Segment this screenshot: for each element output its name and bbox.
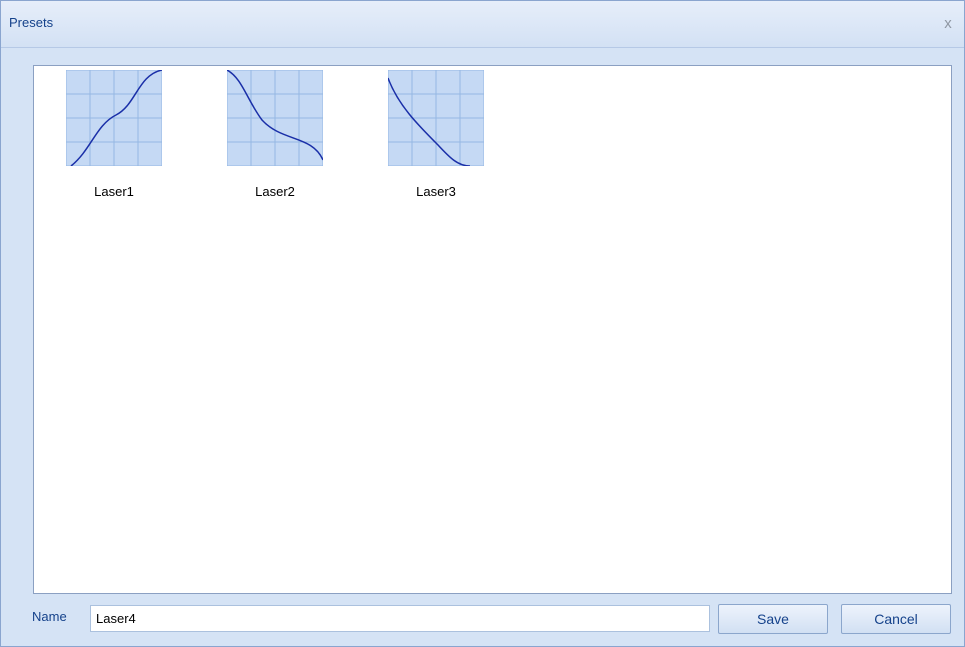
curve-thumbnail-icon	[388, 70, 484, 166]
preset-item-laser1[interactable]: Laser1	[57, 70, 167, 205]
preset-item-laser2[interactable]: Laser2	[218, 70, 328, 205]
preset-label: Laser2	[255, 184, 295, 199]
preset-label: Laser1	[94, 184, 134, 199]
preset-label: Laser3	[416, 184, 456, 199]
presets-list[interactable]: Laser1 Laser2 Laser3	[33, 65, 952, 594]
dialog-title: Presets	[9, 15, 54, 30]
curve-thumbnail-icon	[227, 70, 323, 166]
preset-item-laser3[interactable]: Laser3	[379, 70, 489, 205]
presets-dialog: Presets x Laser1 Laser2 Laser3 Name Lase…	[0, 0, 965, 647]
close-icon[interactable]: x	[938, 14, 958, 34]
name-label: Name	[32, 609, 67, 624]
cancel-button[interactable]: Cancel	[841, 604, 951, 634]
title-bar[interactable]: Presets x	[1, 1, 964, 48]
name-input[interactable]	[90, 605, 710, 632]
save-button[interactable]: Save	[718, 604, 828, 634]
curve-thumbnail-icon	[66, 70, 162, 166]
